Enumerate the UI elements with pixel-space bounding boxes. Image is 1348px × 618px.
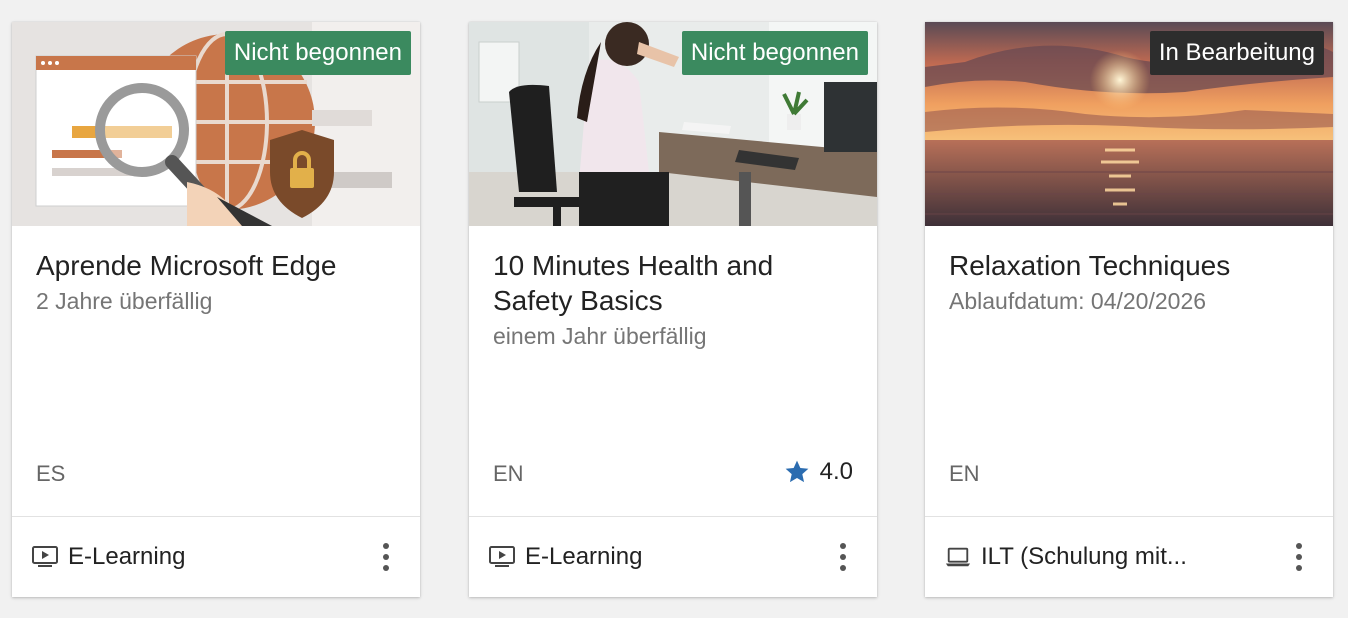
language-code: ES bbox=[36, 461, 66, 486]
course-card[interactable]: Nicht begonnen Aprende Microsoft Edge 2 … bbox=[12, 22, 420, 597]
star-icon bbox=[785, 460, 808, 483]
video-play-icon bbox=[489, 544, 515, 570]
course-title-text[interactable]: 10 Minutes Health and Safety Basics bbox=[493, 248, 853, 318]
course-thumbnail[interactable]: Nicht begonnen bbox=[12, 22, 420, 226]
due-status: einem Jahr überfällig bbox=[493, 323, 707, 349]
more-options-icon[interactable] bbox=[372, 537, 400, 577]
course-title[interactable]: Relaxation Techniques Ablaufdatum: 04/20… bbox=[949, 248, 1309, 317]
more-options-icon[interactable] bbox=[1285, 537, 1313, 577]
video-play-icon bbox=[32, 544, 58, 570]
course-title-text[interactable]: Aprende Microsoft Edge bbox=[36, 248, 396, 283]
card-footer: ILT (Schulung mit... bbox=[945, 517, 1313, 597]
more-options-icon[interactable] bbox=[829, 537, 857, 577]
status-badge: Nicht begonnen bbox=[681, 31, 868, 75]
card-footer: E-Learning bbox=[32, 517, 400, 597]
course-type-label: E-Learning bbox=[68, 543, 186, 570]
status-badge: In Bearbeitung bbox=[1149, 31, 1324, 75]
course-type-label: ILT (Schulung mit... bbox=[981, 543, 1187, 570]
course-card[interactable]: In Bearbeitung Relaxation Techniques Abl… bbox=[925, 22, 1333, 597]
language-code: EN bbox=[493, 461, 524, 486]
course-card[interactable]: Nicht begonnen 10 Minutes Health and Saf… bbox=[469, 22, 877, 597]
course-thumbnail[interactable]: In Bearbeitung bbox=[925, 22, 1333, 226]
language-code: EN bbox=[949, 461, 980, 486]
status-badge: Nicht begonnen bbox=[224, 31, 411, 75]
course-title[interactable]: Aprende Microsoft Edge 2 Jahre überfälli… bbox=[36, 248, 396, 317]
course-title[interactable]: 10 Minutes Health and Safety Basics eine… bbox=[493, 248, 853, 352]
course-title-text[interactable]: Relaxation Techniques bbox=[949, 248, 1309, 283]
card-footer: E-Learning bbox=[489, 517, 857, 597]
rating: 4.0 bbox=[784, 458, 853, 486]
course-thumbnail[interactable]: Nicht begonnen bbox=[469, 22, 877, 226]
expiry-date: Ablaufdatum: 04/20/2026 bbox=[949, 288, 1207, 314]
due-status: 2 Jahre überfällig bbox=[36, 288, 213, 314]
rating-value: 4.0 bbox=[819, 458, 853, 485]
course-type-label: E-Learning bbox=[525, 543, 643, 570]
laptop-icon bbox=[945, 544, 971, 570]
course-card-grid: Nicht begonnen Aprende Microsoft Edge 2 … bbox=[0, 0, 1348, 618]
